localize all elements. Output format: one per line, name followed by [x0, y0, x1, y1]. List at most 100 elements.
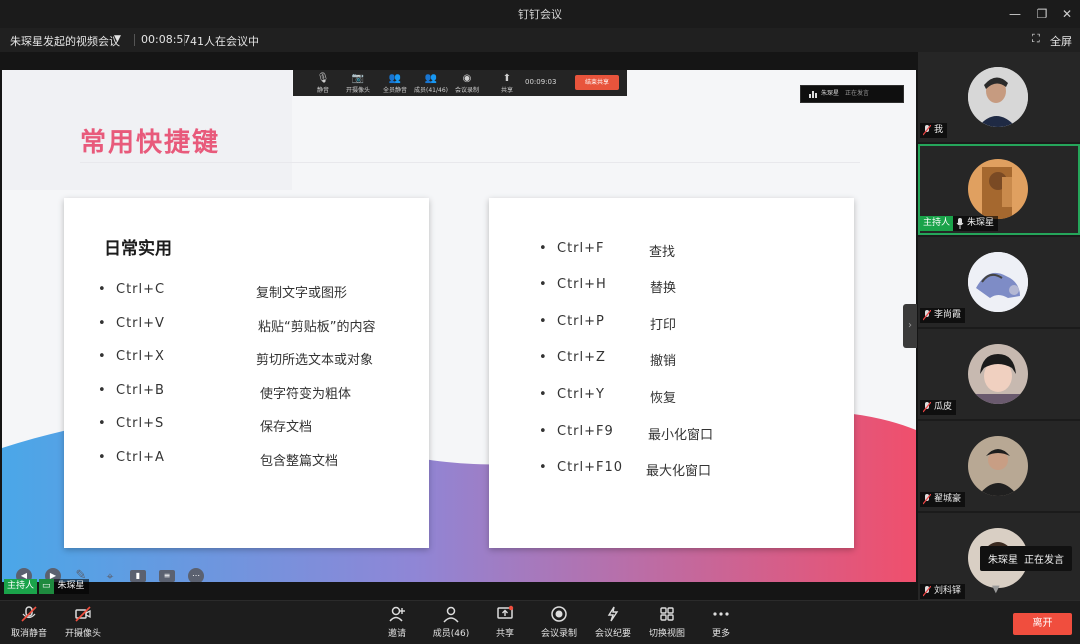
presenter-record-button[interactable]: ◉ 会议录制 [449, 72, 485, 94]
shortcut-desc: 最小化窗口 [648, 428, 714, 443]
more-dots-icon [713, 612, 729, 616]
camera-button[interactable]: 开摄像头 [56, 605, 110, 639]
participant-tile[interactable]: 主持人 朱琛星 [918, 144, 1080, 235]
mute-all-button[interactable]: 👥 全员静音 [377, 72, 413, 94]
participant-name-tag: 瓜皮 [920, 400, 957, 415]
shortcut-key: Ctrl+P [557, 314, 605, 329]
shortcut-key: Ctrl+F [557, 241, 605, 256]
participant-tile[interactable]: 我 [918, 52, 1080, 143]
shortcut-desc: 查找 [649, 245, 676, 260]
users-mute-icon: 👥 [388, 73, 402, 84]
members-icon: 👥 [424, 73, 438, 84]
scroll-down-icon[interactable]: ▼ [992, 584, 1000, 595]
switch-view-button[interactable]: 切换视图 [640, 605, 694, 639]
muted-mic-icon [923, 586, 931, 597]
members-button[interactable]: 成员(46) [424, 605, 478, 639]
shortcut-desc: 最大化窗口 [646, 464, 712, 479]
meeting-name[interactable]: 朱琛星发起的视频会议 [10, 33, 120, 49]
chevron-down-icon[interactable]: ▼ [114, 34, 121, 44]
fullscreen-icon[interactable]: ⛶ [1032, 32, 1040, 46]
shortcut-desc: 保存文档 [260, 420, 313, 435]
participant-tile[interactable]: 李尚霞 [918, 237, 1080, 328]
participant-name-tag: 主持人 朱琛星 [920, 216, 999, 231]
shortcut-key: Ctrl+C [116, 282, 166, 297]
presenter-name-tag: 主持人 ▭ 朱琛星 [4, 579, 89, 595]
record-icon [551, 606, 567, 622]
avatar [968, 159, 1028, 219]
minimize-icon[interactable]: — [1006, 5, 1024, 23]
participant-tile[interactable]: 翟城豪 [918, 421, 1080, 512]
divider [134, 34, 135, 46]
presenter-toolbar: 🎙 静音 📷 开摄像头 👥 全员静音 👥 成员(41/46) ◉ 会议录制 ⬆ 共享 00:… [293, 70, 627, 96]
share-timer: 00:09:03 [525, 78, 557, 86]
muted-mic-icon [21, 606, 37, 622]
presenter-share-button[interactable]: ⬆ 共享 [489, 72, 525, 94]
fullscreen-button[interactable]: 全屏 [1050, 33, 1072, 49]
shortcut-key: Ctrl+V [116, 316, 165, 331]
slide-title: 常用快捷键 [80, 128, 221, 158]
participant-tile[interactable]: 瓜皮 [918, 329, 1080, 420]
record-button[interactable]: 会议录制 [532, 605, 586, 639]
shortcut-desc: 恢复 [650, 391, 677, 406]
shortcut-desc: 复制文字或图形 [256, 286, 348, 301]
stop-share-button[interactable]: 结束共享 [575, 75, 619, 90]
leave-meeting-button[interactable]: 离开 [1013, 613, 1072, 635]
avatar [968, 436, 1028, 496]
window-title: 钉钉会议 [518, 8, 562, 21]
shortcut-key: Ctrl+Y [557, 387, 605, 402]
invite-button[interactable]: 邀请 [370, 605, 424, 639]
meeting-window: 钉钉会议 — ❐ ✕ 朱琛星发起的视频会议 ▼ 00:08:57 41人在会议中… [0, 0, 1080, 644]
avatar [968, 67, 1028, 127]
participant-name-tag: 我 [920, 123, 948, 138]
presenter-mute-button[interactable]: 🎙 静音 [305, 72, 341, 94]
presentation-slide: 常用快捷键 日常实用 • Ctrl+C 复制文字或图形 • Ctrl+V 粘贴“… [2, 70, 916, 582]
subtitle-icon[interactable]: ≡ [159, 570, 175, 582]
shortcut-key: Ctrl+A [116, 450, 165, 465]
shortcut-key: Ctrl+F9 [557, 424, 614, 439]
participant-name-tag: 李尚霞 [920, 308, 966, 323]
shortcut-key: Ctrl+B [116, 383, 165, 398]
shortcut-key: Ctrl+S [116, 416, 165, 431]
title-bar: 钉钉会议 — ❐ ✕ [0, 0, 1080, 28]
restore-icon[interactable]: ❐ [1033, 5, 1051, 23]
shared-screen-stage: 常用快捷键 日常实用 • Ctrl+C 复制文字或图形 • Ctrl+V 粘贴“… [0, 52, 918, 600]
speaking-indicator: 朱琛星 正在发言 [800, 85, 904, 103]
zoom-icon[interactable]: ⌖ [102, 568, 118, 582]
camera-icon: 📷 [351, 73, 365, 84]
card-heading: 日常实用 [104, 239, 172, 259]
muted-mic-icon [923, 310, 931, 321]
participant-name-tag: 翟城豪 [920, 492, 966, 507]
presenter-name: 朱琛星 [53, 579, 89, 594]
camera-off-icon [75, 606, 91, 622]
microphone-icon [956, 218, 964, 229]
participant-name-tag: 刘科铎 [920, 584, 966, 599]
shortcut-desc: 包含整篇文档 [260, 454, 339, 469]
speaking-status: 正在发言 [844, 90, 869, 97]
screen-share-icon: ▭ [39, 579, 54, 594]
microphone-icon: 🎙 [316, 73, 330, 84]
shortcut-desc: 撤销 [650, 354, 677, 369]
divider [184, 34, 185, 46]
share-screen-icon [497, 605, 514, 619]
presenter-members-button[interactable]: 👥 成员(41/46) [413, 72, 449, 94]
shortcut-card-right: • Ctrl+F 查找 • Ctrl+H 替换 • Ctrl+P 打印 • Ct… [489, 198, 854, 548]
collapse-sidebar-handle[interactable]: › [903, 304, 917, 348]
speaker-tooltip: 朱琛星 正在发言 [980, 546, 1072, 571]
share-icon: ⬆ [502, 73, 512, 84]
ai-minutes-icon [607, 606, 619, 622]
video-icon[interactable]: ▮ [130, 570, 146, 582]
more-button[interactable]: 更多 [694, 605, 748, 639]
add-user-icon [389, 606, 405, 622]
presenter-camera-button[interactable]: 📷 开摄像头 [340, 72, 376, 94]
avatar [968, 344, 1028, 404]
minutes-button[interactable]: 会议纪要 [586, 605, 640, 639]
close-icon[interactable]: ✕ [1058, 5, 1076, 23]
shortcut-desc: 粘贴“剪贴板”的内容 [258, 320, 376, 335]
more-options-icon[interactable]: ⋯ [188, 568, 204, 582]
record-icon: ◉ [462, 73, 472, 84]
share-button[interactable]: 共享 [478, 605, 532, 639]
unmute-button[interactable]: 取消静音 [2, 605, 56, 639]
shortcut-key: Ctrl+H [557, 277, 607, 292]
muted-mic-icon [923, 494, 931, 505]
shortcut-desc: 打印 [650, 318, 677, 333]
